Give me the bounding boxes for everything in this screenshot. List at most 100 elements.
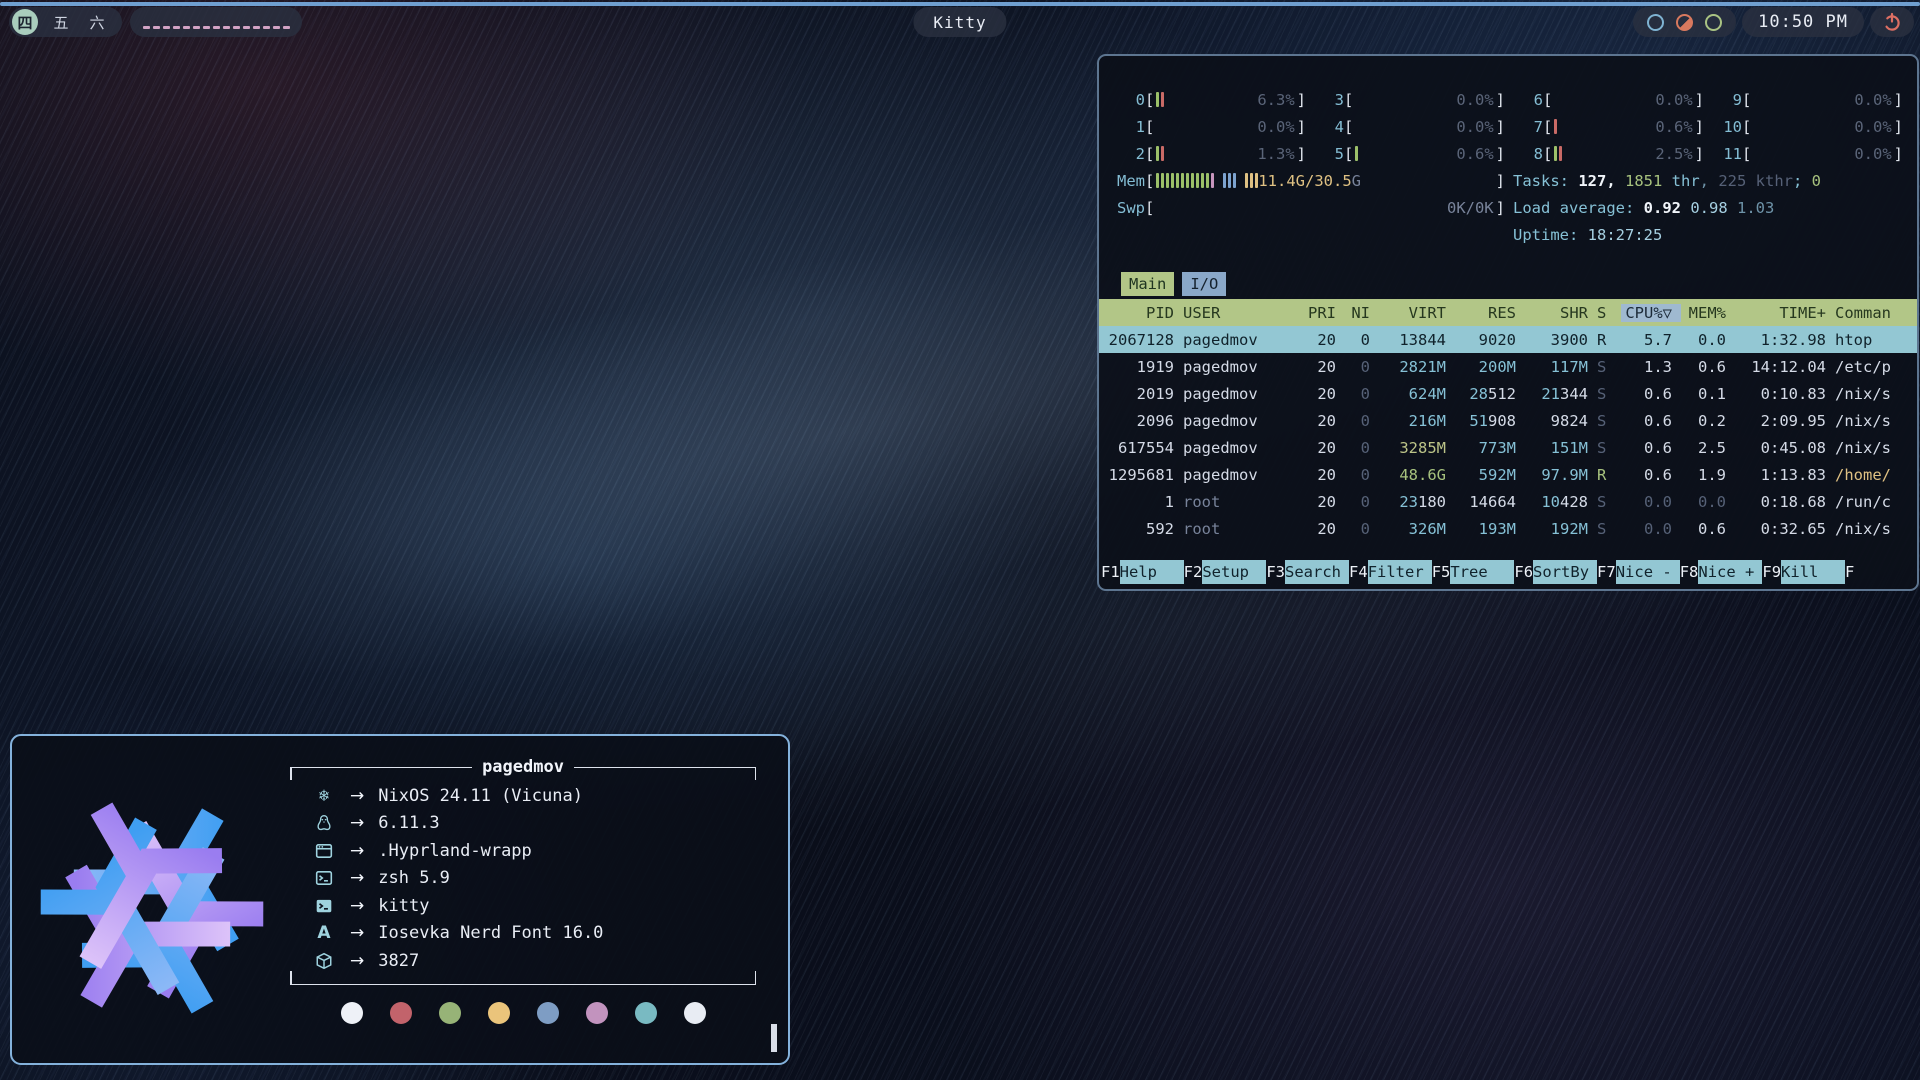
column-header-s[interactable]: S (1597, 304, 1621, 322)
text-segment: 1.9 (1698, 466, 1726, 484)
text-segment: 127, (1578, 172, 1625, 190)
meter-body: 0.0% (1154, 118, 1296, 136)
tab-main[interactable]: Main (1121, 272, 1174, 296)
meter-label: 2 (1115, 145, 1145, 163)
column-header-res[interactable]: RES (1455, 304, 1525, 322)
fastfetch-terminal-window[interactable]: pagedmov ❄→NixOS 24.11 (Vicuna)→6.11.3→.… (10, 734, 790, 1065)
cell-s: R (1597, 466, 1621, 484)
text-segment: 2.5 (1698, 439, 1726, 457)
cpu-percentage: 0.0% (1456, 91, 1493, 109)
meter-bars (1156, 146, 1164, 161)
meter-body: 0.6% (1552, 118, 1694, 136)
fkey-label-nice-[interactable]: Nice - (1616, 560, 1680, 584)
table-row[interactable]: 1root200231801466410428S0.00.00:18.68/ru… (1099, 488, 1917, 515)
column-header-pid[interactable]: PID (1099, 304, 1183, 322)
fkey-label-nice+[interactable]: Nice + (1698, 560, 1762, 584)
fetch-entry-value: Iosevka Nerd Font 16.0 (378, 923, 603, 943)
table-row[interactable]: 1295681pagedmov20048.6G592M97.9MR0.61.91… (1099, 461, 1917, 488)
column-header-comman[interactable]: Comman (1835, 304, 1917, 322)
fkey-f2[interactable]: F2 (1184, 563, 1203, 581)
cell-s: S (1597, 385, 1621, 403)
music-dash (163, 26, 170, 29)
fkey-label-filter[interactable]: Filter (1368, 560, 1432, 584)
fkey-f4[interactable]: F4 (1349, 563, 1368, 581)
cell-comman: /run/c (1835, 493, 1917, 511)
column-header-user[interactable]: USER (1183, 304, 1301, 322)
text-segment: 48.6G (1399, 466, 1446, 484)
cell-comman: /nix/s (1835, 412, 1917, 430)
fkey-label-kill[interactable]: Kill (1781, 560, 1845, 584)
meter-bar (1176, 173, 1179, 188)
fkey-f3[interactable]: F3 (1266, 563, 1285, 581)
fkey-label-sortby[interactable]: SortBy (1533, 560, 1597, 584)
column-header-mem[interactable]: MEM% (1681, 304, 1735, 322)
text-segment: 0.6 (1644, 466, 1672, 484)
column-header-time[interactable]: TIME+ (1735, 304, 1835, 322)
meter-body: 6.3% (1154, 91, 1296, 109)
table-row[interactable]: 617554pagedmov2003285M773M151MS0.62.50:4… (1099, 434, 1917, 461)
box-corner (755, 971, 757, 984)
circle-orange-icon[interactable] (1676, 14, 1693, 31)
workspace-button-3[interactable]: 六 (84, 9, 110, 35)
column-header-ni[interactable]: NI (1345, 304, 1379, 322)
bar-right-cluster: 10:50 PM (1633, 7, 1914, 37)
column-header-cpu[interactable]: CPU%▽ (1621, 304, 1681, 322)
fetch-entry-value: .Hyprland-wrapp (378, 841, 532, 861)
fkey-f9[interactable]: F9 (1762, 563, 1781, 581)
text-segment: thr (1662, 172, 1699, 190)
meter-label: 0 (1115, 91, 1145, 109)
table-row[interactable]: 2096pagedmov200216M519089824S0.60.22:09.… (1099, 407, 1917, 434)
table-row[interactable]: 592root200326M193M192MS0.00.60:32.65/nix… (1099, 515, 1917, 542)
cell-pri: 20 (1301, 493, 1345, 511)
swap-meter: Swp[0K/0K] (1115, 194, 1505, 221)
column-header-virt[interactable]: VIRT (1379, 304, 1455, 322)
tab-io[interactable]: I/O (1182, 272, 1226, 296)
cell-cpu: 0.6 (1621, 439, 1681, 457)
text-segment: 1.3 (1644, 358, 1672, 376)
meter-bar (1196, 173, 1199, 188)
table-row[interactable]: 1919pagedmov2002821M200M117MS1.30.614:12… (1099, 353, 1917, 380)
text-segment: 0.6 (1698, 520, 1726, 538)
fkey-label-help[interactable]: Help (1120, 560, 1184, 584)
palette-dot-4 (537, 1002, 559, 1024)
music-dash (253, 26, 260, 29)
fkey-f6[interactable]: F6 (1514, 563, 1533, 581)
text-segment: 225 kthr (1718, 172, 1793, 190)
arrow-icon: → (350, 923, 364, 943)
workspace-button-2[interactable]: 五 (48, 9, 74, 35)
fkey-label-search[interactable]: Search (1285, 560, 1349, 584)
fetch-entry-value: zsh 5.9 (378, 868, 450, 888)
table-row[interactable]: 2019pagedmov200624M2851221344S0.60.10:10… (1099, 380, 1917, 407)
cell-shr: 117M (1525, 358, 1597, 376)
power-button[interactable] (1870, 7, 1914, 37)
nix-snowflake-icon: ❄ (312, 786, 336, 806)
column-header-shr[interactable]: SHR (1525, 304, 1597, 322)
circle-green-icon[interactable] (1705, 14, 1722, 31)
font-icon: A (312, 923, 336, 943)
fkey-f7[interactable]: F7 (1597, 563, 1616, 581)
table-row[interactable]: 2067128pagedmov2001384490203900R5.70.01:… (1099, 326, 1917, 353)
text-segment: 908 (1488, 412, 1516, 430)
meter-body: 0K/0K (1154, 199, 1495, 217)
fkey-label-setup[interactable]: Setup (1202, 560, 1266, 584)
workspace-button-1[interactable]: 四 (12, 9, 38, 35)
fkey-label-tree[interactable]: Tree (1450, 560, 1514, 584)
cpu-percentage: 0.0% (1854, 91, 1891, 109)
column-header-pri[interactable]: PRI (1301, 304, 1345, 322)
fkey-f8[interactable]: F8 (1680, 563, 1699, 581)
meter-body: 0.0% (1353, 91, 1495, 109)
cell-cpu: 5.7 (1621, 331, 1681, 349)
fkey-f1[interactable]: F1 (1101, 563, 1120, 581)
fetch-entry-value: 6.11.3 (378, 813, 439, 833)
text-segment: R (1597, 466, 1606, 484)
text-segment: 3285M (1399, 439, 1446, 457)
htop-terminal-window[interactable]: 0[6.3%]3[0.0%]6[0.0%]9[0.0%]1[0.0%]4[0.0… (1097, 54, 1919, 591)
circle-blue-icon[interactable] (1647, 14, 1664, 31)
text-segment: 0.92 (1644, 199, 1691, 217)
fkey-f[interactable]: F (1845, 563, 1854, 581)
palette-dot-5 (586, 1002, 608, 1024)
cell-time: 2:09.95 (1735, 412, 1835, 430)
music-progress-widget[interactable] (130, 7, 302, 37)
fkey-f5[interactable]: F5 (1432, 563, 1451, 581)
text-segment: S (1597, 412, 1606, 430)
